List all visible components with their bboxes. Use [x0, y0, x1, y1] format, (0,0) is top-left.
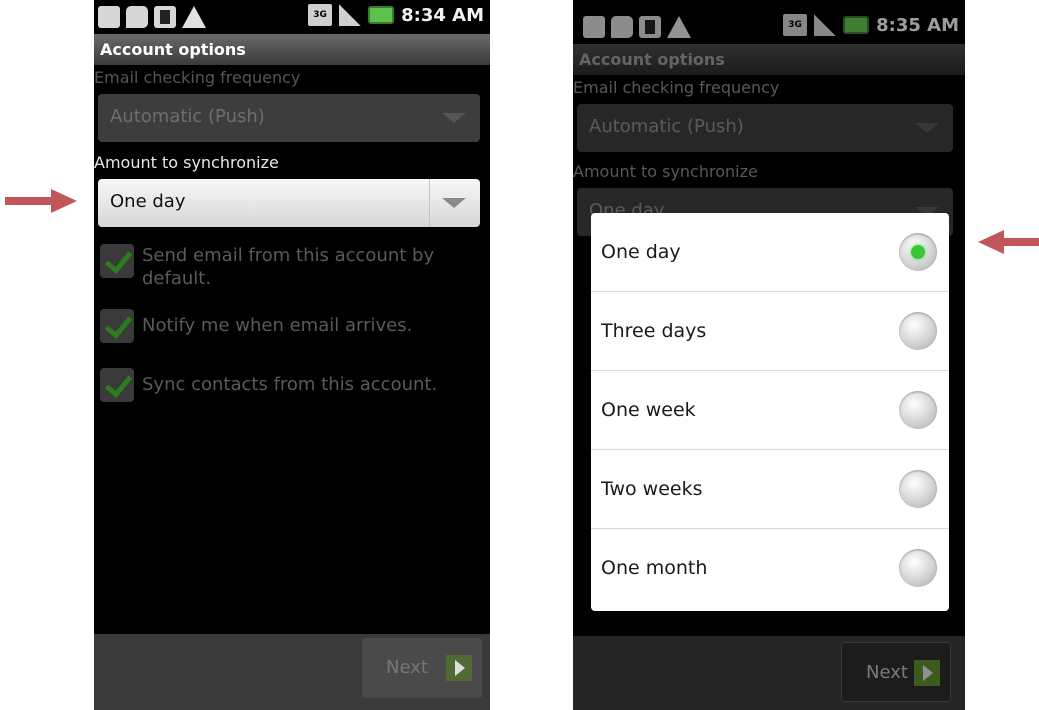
usb-icon: [154, 6, 176, 28]
option-three-days[interactable]: Three days: [591, 292, 949, 371]
network-3g-icon: 3G: [308, 4, 333, 26]
next-button-label: Next: [386, 657, 428, 678]
option-label: Two weeks: [601, 478, 703, 500]
phone-screen-left: 3G 8:34 AM Account options Email checkin…: [94, 0, 490, 710]
checkmark-icon: [100, 309, 134, 343]
status-time: 8:34 AM: [401, 4, 484, 26]
option-two-weeks[interactable]: Two weeks: [591, 450, 949, 529]
sync-amount-spinner[interactable]: One day: [98, 179, 480, 227]
battery-icon: [368, 6, 395, 24]
checkbox-label: Notify me when email arrives.: [142, 315, 413, 336]
email-frequency-label: Email checking frequency: [94, 68, 301, 87]
warning-icon: [182, 6, 206, 28]
checkbox-notify[interactable]: Notify me when email arrives.: [100, 309, 490, 343]
radio-icon[interactable]: [899, 391, 937, 429]
radio-icon[interactable]: [899, 549, 937, 587]
option-one-day[interactable]: One day: [591, 213, 949, 292]
radio-selected-icon[interactable]: [899, 233, 937, 271]
option-label: One week: [601, 399, 696, 421]
status-bar: 3G 8:34 AM: [94, 0, 490, 34]
option-label: Three days: [601, 320, 707, 342]
signal-icon: [339, 4, 362, 26]
sync-amount-value: One day: [110, 191, 186, 212]
keyboard-icon: [98, 6, 120, 28]
option-one-week[interactable]: One week: [591, 371, 949, 450]
chevron-down-icon: [442, 198, 466, 208]
checkbox-label: Send email from this account by default.: [142, 245, 435, 289]
sync-amount-dialog: One day Three days One week Two weeks On…: [591, 213, 949, 611]
page-title: Account options: [94, 34, 490, 65]
email-frequency-value: Automatic (Push): [110, 106, 265, 127]
checkbox-sync-contacts[interactable]: Sync contacts from this account.: [100, 368, 490, 402]
radio-icon[interactable]: [899, 470, 937, 508]
email-frequency-spinner: Automatic (Push): [98, 94, 480, 142]
radio-icon[interactable]: [899, 312, 937, 350]
option-label: One month: [601, 557, 708, 579]
option-label: One day: [601, 241, 681, 263]
checkbox-label: Sync contacts from this account.: [142, 374, 438, 395]
chevron-down-icon: [442, 113, 466, 123]
sync-amount-label: Amount to synchronize: [94, 153, 279, 172]
callout-arrow-right-pointing: [5, 189, 79, 213]
callout-arrow-left-pointing: [978, 230, 1039, 254]
next-button[interactable]: Next: [362, 638, 482, 698]
bottom-bar: Next: [94, 634, 490, 710]
checkmark-icon: [100, 368, 134, 402]
arrow-right-icon: [446, 655, 472, 681]
phone-screen-right: 3G 8:35 AM Account options Email checkin…: [573, 0, 965, 710]
option-one-month[interactable]: One month: [591, 529, 949, 608]
checkmark-icon: [100, 244, 134, 278]
message-icon: [126, 6, 148, 28]
checkbox-send-default[interactable]: Send email from this account by default.: [100, 244, 490, 290]
